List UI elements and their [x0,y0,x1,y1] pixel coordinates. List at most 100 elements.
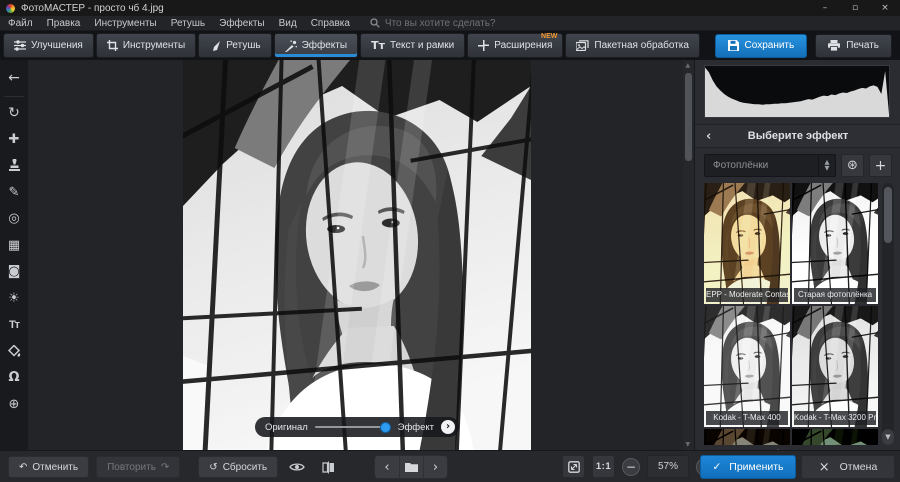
compare-play-button[interactable]: › [441,420,455,434]
scroll-down-icon[interactable]: ▼ [686,441,691,448]
floppy-icon [728,40,739,51]
menu-retouch[interactable]: Ретушь [171,18,205,29]
folder-icon [405,462,418,472]
tab-tools[interactable]: Инструменты [96,33,196,58]
texture-icon[interactable]: ▦ [2,233,26,257]
tab-enhancements[interactable]: Улучшения [3,33,94,58]
magnet-icon[interactable]: Ω [2,366,26,390]
effect-tile-tmax400[interactable]: Kodak - T-Max 400 [704,306,790,427]
maximize-button[interactable]: ▫ [840,0,870,16]
minimize-button[interactable]: – [810,0,840,16]
compare-knob[interactable] [380,422,391,433]
close-button[interactable]: × [870,0,900,16]
effects-panel: ‹ Выберите эффект Фотоплёнки ▲ ▼ ⊛ + [694,60,900,450]
text-icon: Tт [371,39,385,52]
show-original-eye-button[interactable] [285,456,309,478]
cancel-button[interactable]: × Отмена [801,455,895,479]
clone-stamp-icon[interactable] [2,154,26,178]
effect-tile-old-film[interactable]: Старая фотоплёнка [792,183,878,304]
title-bar: ФотоМАСТЕР - просто чб 4.jpg – ▫ × [0,0,900,16]
category-value: Фотоплёнки [705,160,818,171]
split-view-button[interactable] [316,456,340,478]
tab-text-frames[interactable]: Tт Текст и рамки [360,33,465,58]
prev-photo-button[interactable]: ‹ [375,456,399,478]
magic-wand-icon [285,40,297,52]
tab-batch-processing[interactable]: Пакетная обработка [565,33,700,58]
canvas-scrollbar-thumb[interactable] [685,73,692,161]
photomaster-window: ФотоМАСТЕР - просто чб 4.jpg – ▫ × Файл … [0,0,900,482]
histogram [704,65,890,118]
file-navigation: ‹ › [374,455,448,479]
effects-scrollbar[interactable]: ▼ [882,183,894,445]
search-placeholder: Что вы хотите сделать? [385,18,496,29]
back-icon[interactable]: ← [2,66,26,90]
healing-patch-icon[interactable]: ✚ [2,127,26,151]
effects-controls: Фотоплёнки ▲ ▼ ⊛ + [704,154,892,177]
brush-icon[interactable]: ✎ [2,180,26,204]
save-button[interactable]: Сохранить [715,34,808,58]
menu-tools[interactable]: Инструменты [94,18,156,29]
zoom-controls: 1:1 − 57% + [562,455,714,478]
menu-bar: Файл Правка Инструменты Ретушь Эффекты В… [0,16,900,31]
category-dropdown[interactable]: Фотоплёнки ▲ ▼ [704,154,836,177]
zoom-level[interactable]: 57% [647,455,689,478]
next-photo-button[interactable]: › [423,456,447,478]
effect-tile-partial[interactable] [792,429,878,445]
menu-effects[interactable]: Эффекты [219,18,264,29]
brush-icon [209,40,221,52]
add-effect-button[interactable]: + [869,154,892,177]
x-icon: × [819,460,830,475]
tab-extensions[interactable]: NEW Расширения [467,33,563,58]
canvas-scrollbar[interactable]: ▲ ▼ [683,60,694,450]
film-reel-button[interactable]: ⊛ [841,154,864,177]
effects-scrollbar-thumb[interactable] [884,187,892,243]
effect-tile-tmax3200[interactable]: Kodak - T-Max 3200 Pr... [792,306,878,427]
vignette-icon[interactable]: ◙ [2,260,26,284]
reset-icon: ↺ [209,462,217,473]
zoom-1to1-button[interactable]: 1:1 [592,455,615,478]
effect-label: EPP - Moderate Contas... [706,288,788,302]
original-label: Оригинал [265,422,308,433]
globe-icon[interactable]: ⊕ [2,392,26,416]
menu-view[interactable]: Вид [279,18,297,29]
glow-icon[interactable]: ☀ [2,286,26,310]
redo-button[interactable]: Повторить ↷ [96,456,180,478]
effect-tile-epp[interactable]: EPP - Moderate Contas... [704,183,790,304]
effects-scroll-down-button[interactable]: ▼ [882,429,894,445]
edited-photo [183,60,531,450]
crop-icon [107,40,118,51]
undo-icon: ↶ [19,462,27,473]
menu-file[interactable]: Файл [8,18,33,29]
effect-label: Старая фотоплёнка [794,288,876,302]
photo-canvas[interactable]: Оригинал Эффект › ▲ ▼ [28,60,694,450]
search-icon [370,18,380,28]
text-tool-icon[interactable]: Tт [2,313,26,337]
undo-button[interactable]: ↶ Отменить [8,456,89,478]
scroll-up-icon[interactable]: ▲ [686,62,691,69]
compare-slider: Оригинал Эффект › [255,417,459,437]
print-button[interactable]: Печать [815,34,892,58]
reset-button[interactable]: ↺ Сбросить [198,456,278,478]
open-folder-button[interactable] [399,456,423,478]
menu-help[interactable]: Справка [311,18,350,29]
tab-effects[interactable]: Эффекты [274,33,358,58]
sidebar-divider [4,96,24,97]
search-field[interactable]: Что вы хотите сделать? [370,18,496,29]
effect-tile-partial[interactable] [704,429,790,445]
fill-bucket-icon[interactable] [2,339,26,363]
effects-header: ‹ Выберите эффект [695,124,900,148]
effects-list: EPP - Moderate Contas... Старая фотоплён… [704,183,878,445]
panel-back-chevron-icon[interactable]: ‹ [706,129,711,144]
plus-icon [478,40,489,51]
window-title: ФотоМАСТЕР - просто чб 4.jpg [21,3,164,14]
fit-to-screen-button[interactable] [562,455,585,478]
app-logo-icon [6,4,15,13]
zoom-out-button[interactable]: − [622,458,640,476]
dropdown-spinner[interactable]: ▲ ▼ [818,155,835,176]
radial-filter-icon[interactable]: ◎ [2,207,26,231]
menu-edit[interactable]: Правка [47,18,81,29]
rotate-icon[interactable]: ↻ [2,101,26,125]
apply-button[interactable]: ✓ Применить [700,455,796,479]
tab-retouch[interactable]: Ретушь [198,33,271,58]
compare-track[interactable] [315,426,391,428]
